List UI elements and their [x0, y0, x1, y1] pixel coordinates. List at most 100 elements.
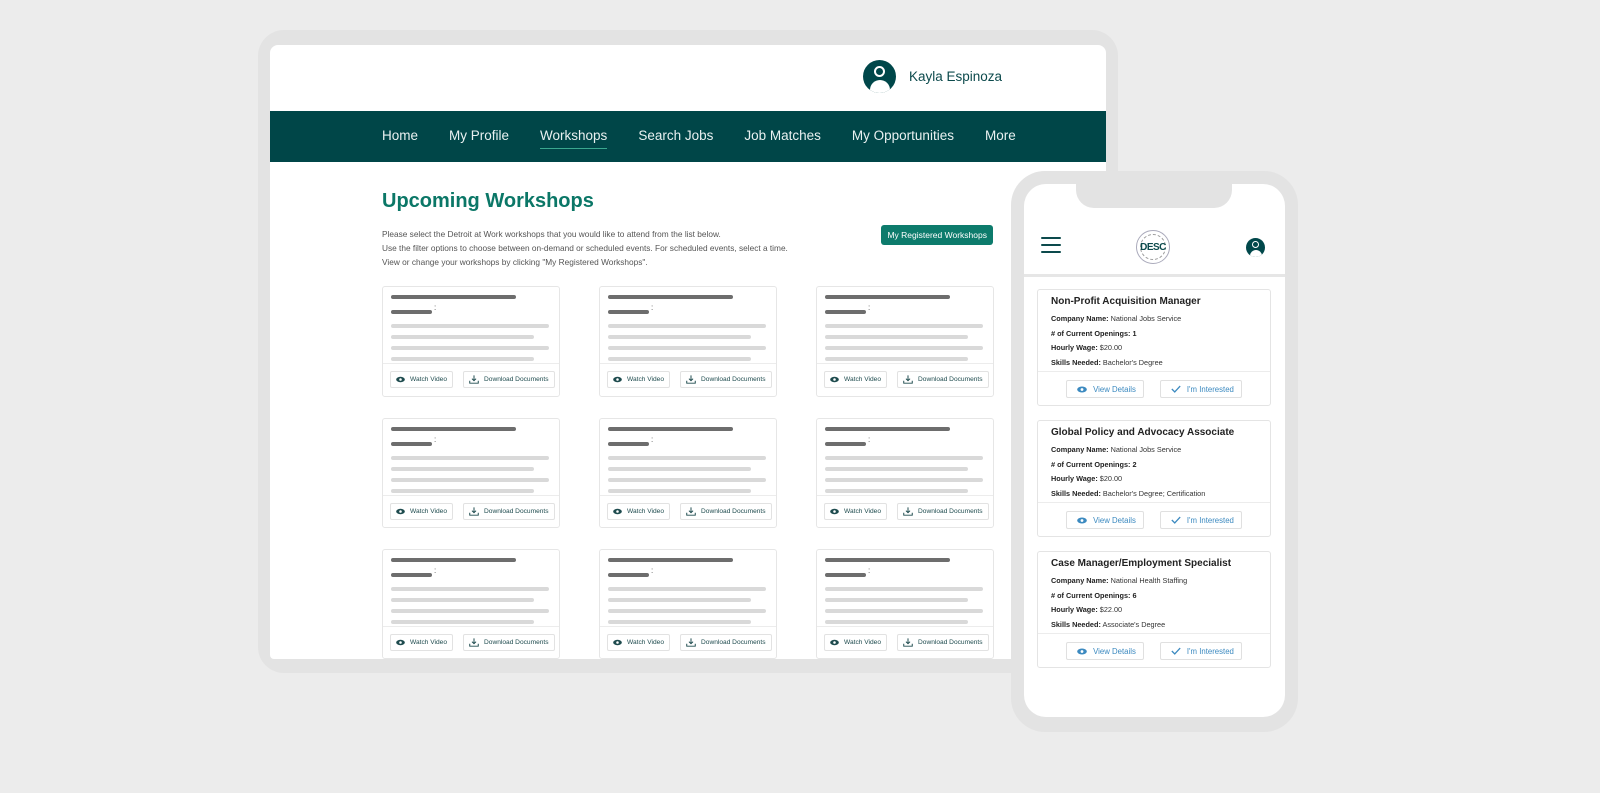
- job-actions: View Details I'm Interested: [1038, 372, 1270, 398]
- job-actions: View Details I'm Interested: [1038, 503, 1270, 529]
- workshop-subtitle-row: :: [825, 299, 985, 317]
- watch-video-label: Watch Video: [627, 639, 665, 646]
- nav-item-home[interactable]: Home: [382, 128, 418, 145]
- workshop-actions: Watch Video Download Documents: [600, 364, 776, 388]
- workshop-card-body: :: [383, 550, 559, 627]
- download-icon: [686, 507, 696, 516]
- nav-item-search-jobs[interactable]: Search Jobs: [638, 128, 713, 145]
- download-documents-button[interactable]: Download Documents: [897, 634, 989, 651]
- nav-item-workshops[interactable]: Workshops: [540, 128, 608, 149]
- watch-video-button[interactable]: Watch Video: [607, 371, 671, 388]
- text-placeholder-line: [825, 346, 983, 350]
- hamburger-menu-icon[interactable]: [1041, 237, 1061, 258]
- job-title: Case Manager/Employment Specialist: [1051, 558, 1232, 569]
- current-openings: # of Current Openings: 1: [1051, 328, 1137, 338]
- download-documents-button[interactable]: Download Documents: [680, 503, 772, 520]
- eye-icon: [1077, 648, 1087, 654]
- workshop-label-placeholder: [825, 309, 866, 314]
- download-documents-button[interactable]: Download Documents: [897, 503, 989, 520]
- workshop-grid: : Watch Video Download Documents : Watch…: [382, 286, 994, 659]
- colon: :: [434, 565, 437, 575]
- workshop-actions: Watch Video Download Documents: [383, 627, 559, 651]
- nav-item-my-profile[interactable]: My Profile: [449, 128, 509, 145]
- workshop-card-body: :: [600, 419, 776, 496]
- view-details-button[interactable]: View Details: [1066, 642, 1144, 660]
- current-openings: # of Current Openings: 2: [1051, 459, 1137, 469]
- text-placeholder-line: [391, 489, 534, 493]
- user-avatar-icon[interactable]: [1246, 238, 1265, 257]
- my-registered-workshops-button[interactable]: My Registered Workshops: [881, 225, 993, 245]
- nav-item-my-opportunities[interactable]: My Opportunities: [852, 128, 954, 145]
- workshop-subtitle-row: :: [608, 431, 768, 449]
- download-documents-label: Download Documents: [918, 376, 983, 383]
- download-documents-button[interactable]: Download Documents: [463, 371, 555, 388]
- text-placeholder-line: [825, 467, 968, 471]
- job-card: Case Manager/Employment Specialist Compa…: [1037, 551, 1271, 668]
- job-info: Global Policy and Advocacy Associate Com…: [1038, 421, 1270, 503]
- watch-video-button[interactable]: Watch Video: [607, 634, 671, 651]
- text-placeholder-line: [391, 587, 549, 591]
- workshop-label-placeholder: [825, 572, 866, 577]
- nav-item-more[interactable]: More: [985, 128, 1016, 145]
- eye-icon: [830, 639, 839, 646]
- workshop-actions: Watch Video Download Documents: [383, 496, 559, 520]
- colon: :: [868, 434, 871, 444]
- download-documents-button[interactable]: Download Documents: [463, 503, 555, 520]
- check-icon: [1171, 647, 1181, 655]
- colon: :: [651, 434, 654, 444]
- download-documents-label: Download Documents: [701, 639, 766, 646]
- text-placeholder-line: [391, 598, 534, 602]
- watch-video-label: Watch Video: [627, 376, 665, 383]
- workshop-card-body: :: [600, 550, 776, 627]
- text-placeholder-line: [608, 489, 751, 493]
- download-documents-button[interactable]: Download Documents: [463, 634, 555, 651]
- watch-video-button[interactable]: Watch Video: [824, 503, 888, 520]
- download-icon: [469, 507, 479, 516]
- hourly-wage: Hourly Wage: $20.00: [1051, 343, 1123, 352]
- watch-video-button[interactable]: Watch Video: [390, 634, 454, 651]
- eye-icon: [613, 639, 622, 646]
- logo-text: DESC: [1140, 241, 1166, 253]
- download-documents-label: Download Documents: [484, 376, 549, 383]
- workshop-actions: Watch Video Download Documents: [817, 364, 993, 388]
- user-menu[interactable]: Kayla Espinoza: [863, 60, 1002, 93]
- workshop-subtitle-row: :: [391, 431, 551, 449]
- view-details-button[interactable]: View Details: [1066, 511, 1144, 529]
- download-documents-button[interactable]: Download Documents: [680, 371, 772, 388]
- watch-video-button[interactable]: Watch Video: [607, 503, 671, 520]
- watch-video-label: Watch Video: [410, 376, 448, 383]
- im-interested-button[interactable]: I'm Interested: [1159, 380, 1242, 398]
- job-info: Case Manager/Employment Specialist Compa…: [1038, 552, 1270, 634]
- colon: :: [434, 434, 437, 444]
- im-interested-button[interactable]: I'm Interested: [1159, 511, 1242, 529]
- text-placeholder-line: [391, 324, 549, 328]
- skills-needed: Skills Needed: Bachelor's Degree: [1051, 357, 1163, 367]
- im-interested-button[interactable]: I'm Interested: [1159, 642, 1242, 660]
- download-documents-label: Download Documents: [918, 639, 983, 646]
- watch-video-label: Watch Video: [410, 639, 448, 646]
- view-details-button[interactable]: View Details: [1066, 380, 1144, 398]
- colon: :: [651, 302, 654, 312]
- workshop-subtitle-row: :: [391, 562, 551, 580]
- intro-line: View or change your workshops by clickin…: [382, 257, 648, 267]
- user-avatar-icon[interactable]: [863, 60, 896, 93]
- text-placeholder-line: [608, 335, 751, 339]
- download-documents-button[interactable]: Download Documents: [897, 371, 989, 388]
- watch-video-button[interactable]: Watch Video: [824, 371, 888, 388]
- nav-item-job-matches[interactable]: Job Matches: [744, 128, 821, 145]
- watch-video-button[interactable]: Watch Video: [390, 371, 454, 388]
- watch-video-button[interactable]: Watch Video: [824, 634, 888, 651]
- watch-video-button[interactable]: Watch Video: [390, 503, 454, 520]
- desc-logo: DESC: [1136, 230, 1170, 264]
- watch-video-label: Watch Video: [627, 508, 665, 515]
- user-name[interactable]: Kayla Espinoza: [909, 69, 1002, 84]
- company-name: Company Name: National Health Staffing: [1051, 576, 1188, 585]
- download-documents-button[interactable]: Download Documents: [680, 634, 772, 651]
- workshop-subtitle-row: :: [608, 299, 768, 317]
- view-details-label: View Details: [1093, 515, 1136, 525]
- workshop-card: : Watch Video Download Documents: [599, 549, 777, 659]
- watch-video-label: Watch Video: [844, 376, 882, 383]
- workshop-label-placeholder: [391, 309, 432, 314]
- text-placeholder-line: [608, 346, 766, 350]
- text-placeholder-line: [825, 598, 968, 602]
